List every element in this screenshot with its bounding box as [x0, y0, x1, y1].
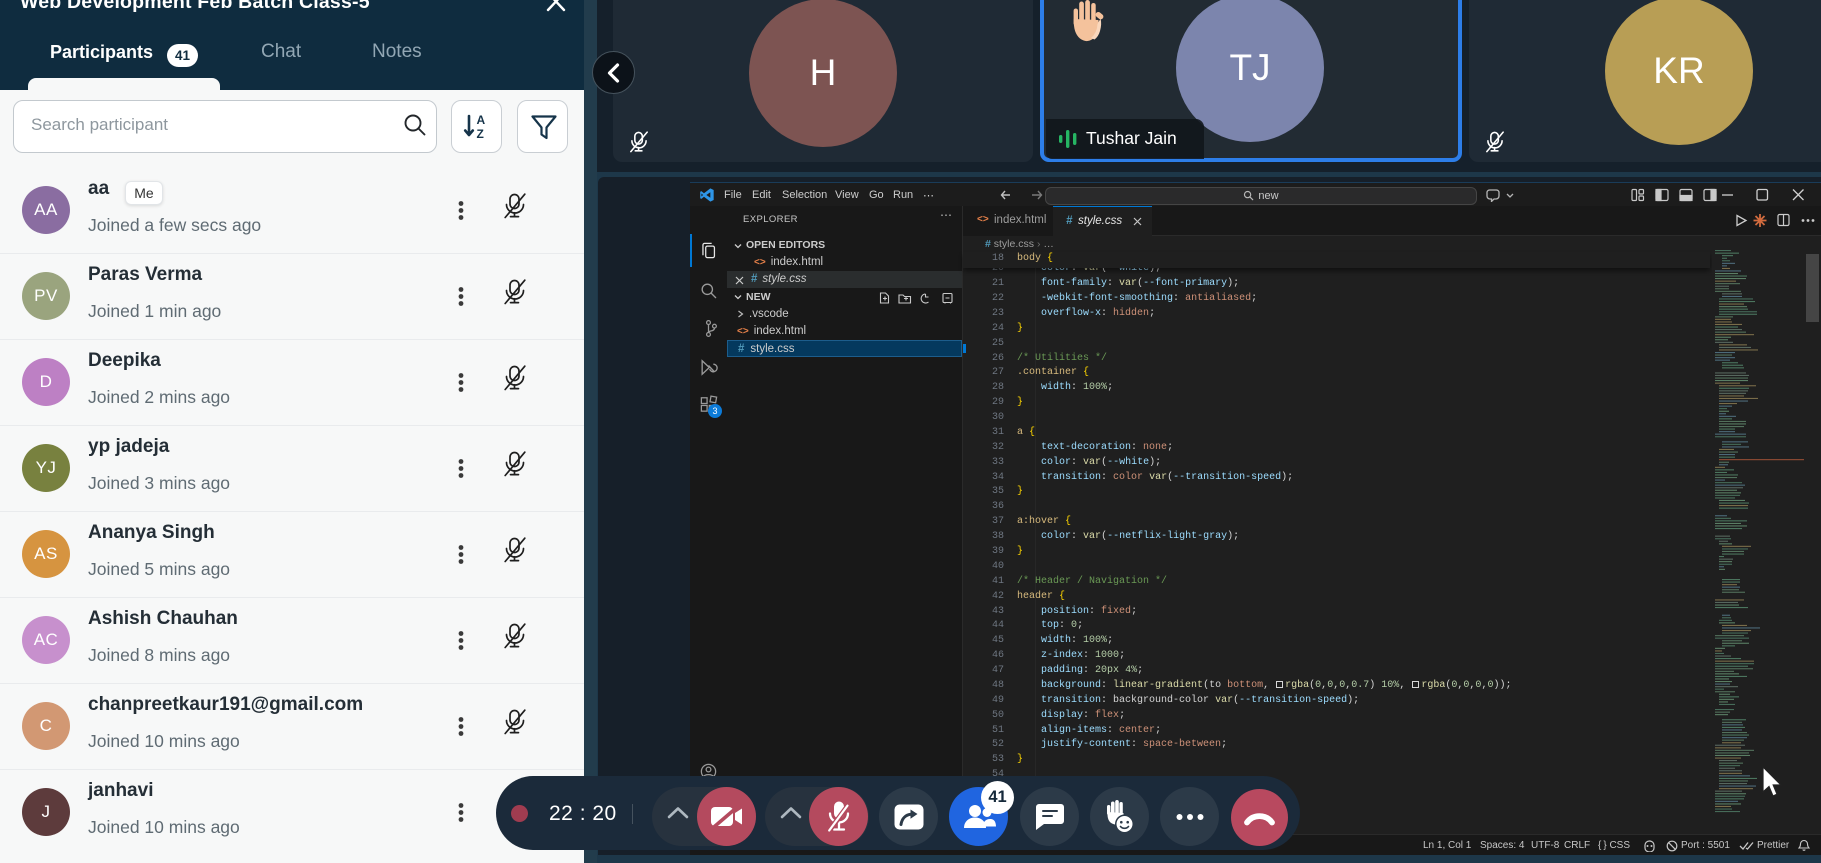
- svg-text:A: A: [477, 113, 486, 127]
- svg-text:Z: Z: [477, 127, 484, 141]
